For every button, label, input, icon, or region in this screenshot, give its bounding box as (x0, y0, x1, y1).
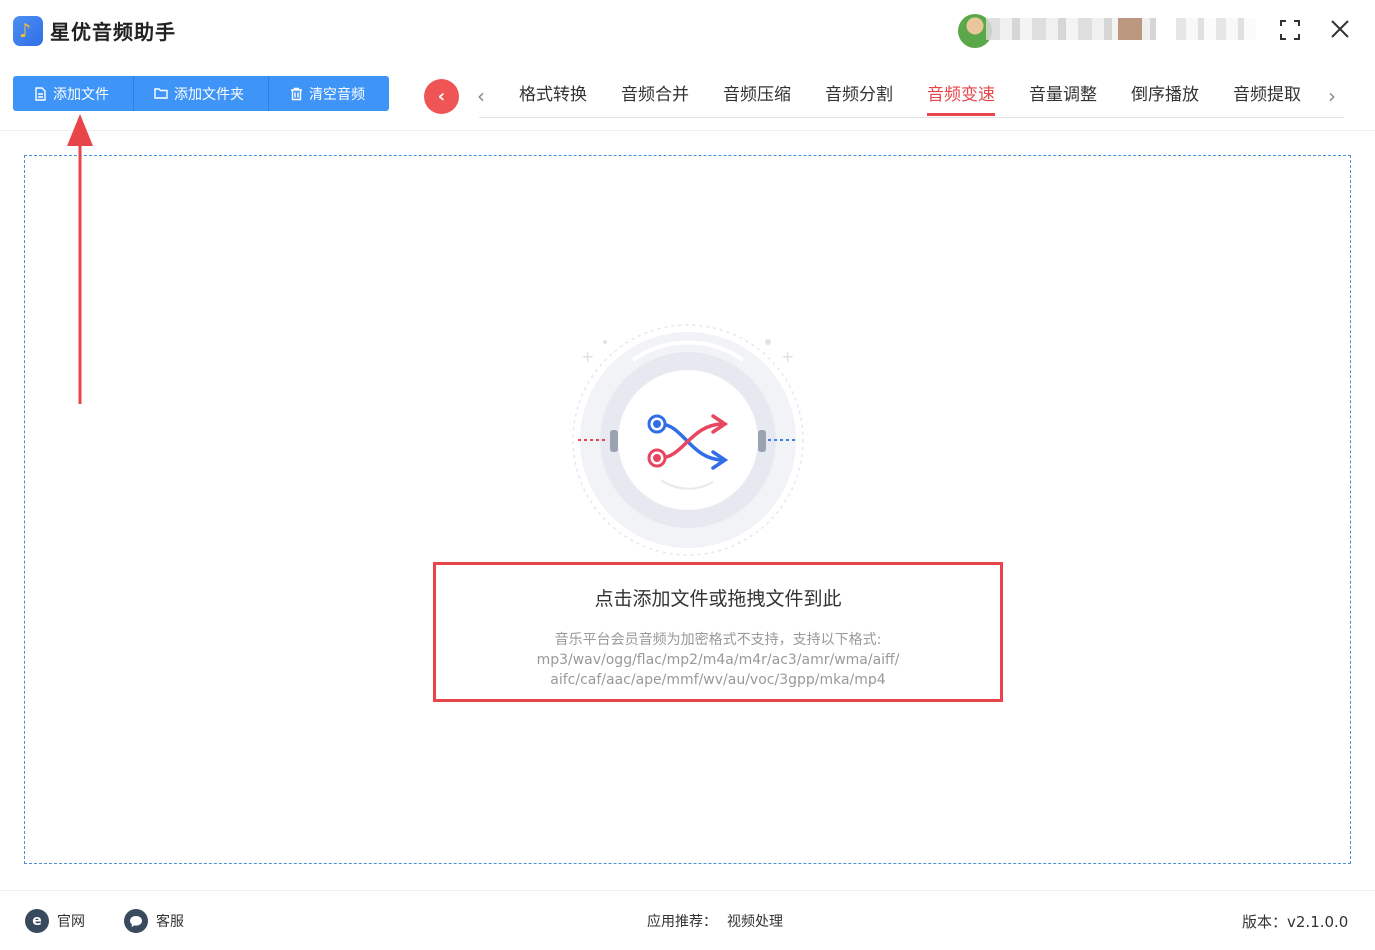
trash-icon (289, 87, 303, 101)
add-folder-label: 添加文件夹 (174, 86, 244, 103)
app-window: ♪ 星优音频助手 添加文件 添加文件夹 清空音频 ‹ ‹ 格式转换 音频合并 音… (0, 0, 1375, 950)
svg-text:+: + (781, 347, 794, 366)
tab-audio-extract[interactable]: 音频提取 (1216, 78, 1318, 116)
maximize-icon[interactable] (1277, 18, 1303, 44)
add-folder-button[interactable]: 添加文件夹 (134, 76, 269, 111)
formats-line-2: mp3/wav/ogg/flac/mp2/m4a/m4r/ac3/amr/wma… (536, 652, 900, 668)
footer-divider (0, 890, 1375, 891)
close-icon[interactable] (1327, 18, 1353, 44)
svg-text:+: + (581, 347, 594, 366)
chevron-left-icon: ‹ (437, 86, 446, 107)
app-recommend: 应用推荐： 视频处理 (647, 908, 783, 934)
drop-zone-title: 点击添加文件或拖拽文件到此 (594, 588, 842, 610)
file-toolbar: 添加文件 添加文件夹 清空音频 (13, 76, 389, 111)
service-label: 客服 (156, 914, 184, 930)
tab-audio-split[interactable]: 音频分割 (808, 78, 910, 116)
tab-audio-speed[interactable]: 音频变速 (910, 78, 1012, 116)
tab-reverse-play[interactable]: 倒序播放 (1114, 78, 1216, 116)
customer-service-link[interactable]: 客服 (124, 908, 184, 934)
recommend-video-link[interactable]: 视频处理 (727, 911, 783, 931)
version-text: 版本：v2.1.0.0 (1242, 912, 1349, 931)
back-button[interactable]: ‹ (424, 79, 459, 114)
file-icon (33, 86, 47, 101)
chat-bubble-icon (124, 909, 148, 933)
formats-line-1: 音乐平台会员音频为加密格式不支持，支持以下格式: (554, 632, 882, 648)
website-label: 官网 (57, 914, 85, 930)
add-file-label: 添加文件 (53, 86, 109, 103)
tab-audio-merge[interactable]: 音频合并 (604, 78, 706, 116)
recommend-label: 应用推荐： (647, 914, 717, 930)
add-file-button[interactable]: 添加文件 (13, 76, 134, 111)
header-divider (0, 130, 1375, 131)
tab-volume-adjust[interactable]: 音量调整 (1012, 78, 1114, 116)
formats-line-3: aifc/caf/aac/ape/mmf/wv/au/voc/3gpp/mka/… (550, 672, 886, 688)
annotation-arrow (67, 114, 93, 404)
tab-prev-chevron-left-icon[interactable]: ‹ (477, 84, 485, 108)
blurred-account-info (1176, 18, 1256, 40)
tab-divider (479, 117, 1344, 118)
audio-convert-illustration: + + (572, 324, 804, 556)
clear-audio-button[interactable]: 清空音频 (269, 76, 389, 111)
website-link[interactable]: e 官网 (25, 908, 85, 934)
title-bar: ♪ 星优音频助手 (0, 0, 1375, 62)
app-title: 星优音频助手 (50, 20, 176, 44)
feature-tabs: 格式转换 音频合并 音频压缩 音频分割 音频变速 音量调整 倒序播放 音频提取 (502, 78, 1318, 116)
ie-globe-icon: e (25, 909, 49, 933)
supported-formats-text: 音乐平台会员音频为加密格式不支持，支持以下格式: mp3/wav/ogg/fla… (463, 630, 973, 690)
music-note-icon: ♪ (13, 16, 43, 46)
blurred-user-info (986, 18, 1156, 40)
tab-next-chevron-right-icon[interactable]: › (1328, 84, 1336, 108)
clear-audio-label: 清空音频 (309, 86, 365, 103)
folder-icon (154, 87, 168, 101)
tab-format-convert[interactable]: 格式转换 (502, 78, 604, 116)
tab-audio-compress[interactable]: 音频压缩 (706, 78, 808, 116)
